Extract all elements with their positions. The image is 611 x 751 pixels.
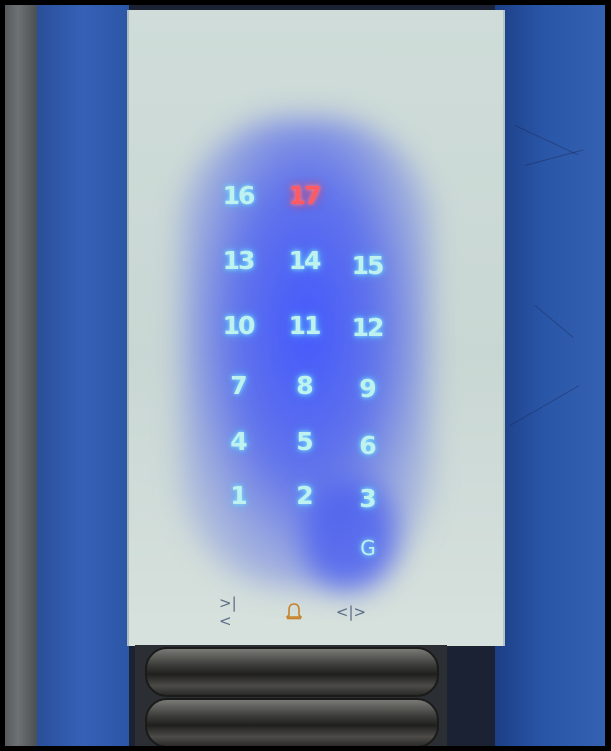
floor-button-13[interactable]: 13 (213, 240, 263, 280)
door-close-button[interactable]: >|< (219, 594, 249, 630)
floor-button-4[interactable]: 4 (213, 421, 263, 461)
floor-button-16[interactable]: 16 (213, 175, 263, 215)
floor-button-6[interactable]: 6 (342, 425, 392, 465)
alarm-button[interactable] (279, 600, 309, 624)
floor-button-8[interactable]: 8 (279, 365, 329, 405)
door-open-button[interactable]: <|> (336, 600, 366, 624)
floor-button-1[interactable]: 1 (213, 475, 263, 515)
floor-button-12[interactable]: 12 (342, 307, 392, 347)
floor-button-14[interactable]: 14 (279, 240, 329, 280)
floor-button-9[interactable]: 9 (342, 368, 392, 408)
handrail-upper (145, 647, 439, 697)
floor-button-3[interactable]: 3 (342, 478, 392, 518)
button-panel: 16 17 13 14 15 10 11 12 7 8 9 4 5 6 1 2 3 G >|< <|> (127, 10, 505, 646)
bell-icon (286, 603, 302, 620)
door-frame-left (5, 5, 37, 746)
floor-button-2[interactable]: 2 (279, 475, 329, 515)
floor-button-5[interactable]: 5 (279, 421, 329, 461)
floor-button-17[interactable]: 17 (279, 175, 329, 215)
wall-panel-left (37, 5, 129, 746)
floor-button-10[interactable]: 10 (213, 305, 263, 345)
elevator-photo: 16 17 13 14 15 10 11 12 7 8 9 4 5 6 1 2 3 G >|< <|> (5, 5, 605, 746)
floor-button-7[interactable]: 7 (213, 365, 263, 405)
floor-button-g[interactable]: G (342, 528, 392, 568)
wall-panel-right (495, 5, 605, 746)
floor-button-15[interactable]: 15 (342, 245, 392, 285)
floor-button-11[interactable]: 11 (279, 305, 329, 345)
handrail-lower (145, 698, 439, 746)
